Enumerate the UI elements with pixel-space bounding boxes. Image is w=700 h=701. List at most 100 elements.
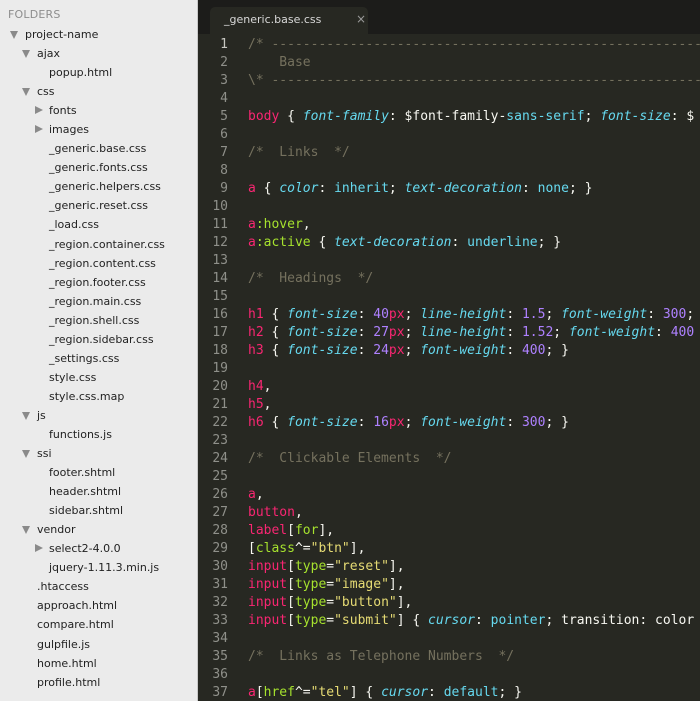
code-line[interactable]: /* Clickable Elements */ xyxy=(248,450,700,468)
disclosure-closed-icon[interactable] xyxy=(35,544,43,553)
tree-file[interactable]: header.shtml xyxy=(0,482,197,501)
code-line[interactable]: label[for], xyxy=(248,522,700,540)
tree-file[interactable]: footer.shtml xyxy=(0,463,197,482)
code-line[interactable]: button, xyxy=(248,504,700,522)
code-line[interactable]: input[type="image"], xyxy=(248,576,700,594)
disclosure-closed-icon[interactable] xyxy=(35,125,43,134)
disclosure-open-icon[interactable] xyxy=(22,88,30,97)
code-token: font-size xyxy=(287,343,358,358)
tree-file[interactable]: _generic.reset.css xyxy=(0,196,197,215)
tree-file[interactable]: _region.sidebar.css xyxy=(0,330,197,349)
tree-file[interactable]: style.css.map xyxy=(0,387,197,406)
tree-folder[interactable]: images xyxy=(0,120,197,139)
tree-file[interactable]: _settings.css xyxy=(0,349,197,368)
disclosure-open-icon[interactable] xyxy=(22,450,30,459)
code-token: button xyxy=(248,505,295,520)
tree-folder[interactable]: project-name xyxy=(0,25,197,44)
tree-folder[interactable]: select2-4.0.0 xyxy=(0,539,197,558)
code-line[interactable] xyxy=(248,198,700,216)
tree-file[interactable]: functions.js xyxy=(0,425,197,444)
code-line[interactable]: input[type="reset"], xyxy=(248,558,700,576)
disclosure-open-icon[interactable] xyxy=(22,411,30,420)
tree-folder[interactable]: ssi xyxy=(0,444,197,463)
tab-generic-base-css[interactable]: _generic.base.css × xyxy=(210,7,368,35)
code-line[interactable]: body { font-family: $font-family-sans-se… xyxy=(248,108,700,126)
disclosure-closed-icon[interactable] xyxy=(35,106,43,115)
line-number: 16 xyxy=(212,307,228,322)
tree-file[interactable]: _region.footer.css xyxy=(0,273,197,292)
code-token: px xyxy=(388,325,405,340)
code-line[interactable]: /* -------------------------------------… xyxy=(248,36,700,54)
tree-file[interactable]: profile.html xyxy=(0,673,197,692)
code-line[interactable]: h4, xyxy=(248,378,700,396)
code-token: input xyxy=(248,595,288,610)
tree-file[interactable]: popup.html xyxy=(0,63,197,82)
code-editor[interactable]: _generic.base.css × 1 2 3 4 5 6 7 8 9 10 11 12 13 14 1… xyxy=(198,0,700,701)
code-line[interactable]: input[type="button"], xyxy=(248,594,700,612)
code-line[interactable] xyxy=(248,666,700,684)
code-line[interactable]: h1 { font-size: 40px; line-height: 1.5; … xyxy=(248,306,700,324)
code-line[interactable]: a[href^="tel"] { cursor: default; } xyxy=(248,684,700,701)
tree-file[interactable]: _generic.base.css xyxy=(0,139,197,158)
tree-file[interactable]: _region.container.css xyxy=(0,235,197,254)
code-line[interactable]: input[type="submit"] { cursor: pointer; … xyxy=(248,612,700,630)
code-content[interactable]: /* -------------------------------------… xyxy=(248,36,700,701)
code-line[interactable] xyxy=(248,360,700,378)
code-line[interactable]: \* -------------------------------------… xyxy=(248,72,700,90)
tree-folder[interactable]: fonts xyxy=(0,101,197,120)
code-line[interactable] xyxy=(248,90,700,108)
code-line[interactable]: Base xyxy=(248,54,700,72)
code-line[interactable] xyxy=(248,468,700,486)
code-line[interactable]: a, xyxy=(248,486,700,504)
code-line[interactable]: a:active { text-decoration: underline; } xyxy=(248,234,700,252)
code-line[interactable]: h5, xyxy=(248,396,700,414)
tree-file[interactable]: style.css xyxy=(0,368,197,387)
disclosure-open-icon[interactable] xyxy=(10,31,18,39)
code-line[interactable]: h2 { font-size: 27px; line-height: 1.52;… xyxy=(248,324,700,342)
tree-file[interactable]: _generic.helpers.css xyxy=(0,177,197,196)
code-line[interactable]: h6 { font-size: 16px; font-weight: 300; … xyxy=(248,414,700,432)
tree-file[interactable]: gulpfile.js xyxy=(0,635,197,654)
tree-file[interactable]: jquery-1.11.3.min.js xyxy=(0,558,197,577)
tree-item-label: _region.shell.css xyxy=(49,313,140,327)
disclosure-open-icon[interactable] xyxy=(22,526,30,535)
code-token: sans-serif xyxy=(506,109,585,124)
tree-file[interactable]: compare.html xyxy=(0,615,197,634)
tree-file[interactable]: sidebar.shtml xyxy=(0,501,197,520)
code-line[interactable] xyxy=(248,162,700,180)
code-line[interactable]: a { color: inherit; text-decoration: non… xyxy=(248,180,700,198)
code-line[interactable] xyxy=(248,432,700,450)
tree-item-label: home.html xyxy=(37,656,97,670)
code-line[interactable] xyxy=(248,630,700,648)
code-line[interactable]: [class^="btn"], xyxy=(248,540,700,558)
code-token: : xyxy=(506,415,522,430)
tree-file[interactable]: .htaccess xyxy=(0,577,197,596)
tree-file[interactable]: approach.html xyxy=(0,596,197,615)
tree-folder[interactable]: vendor xyxy=(0,520,197,539)
tree-file[interactable]: _region.content.css xyxy=(0,254,197,273)
tree-folder[interactable]: ajax xyxy=(0,44,197,63)
code-line[interactable]: a:hover, xyxy=(248,216,700,234)
tree-file[interactable]: _region.main.css xyxy=(0,292,197,311)
code-line[interactable]: /* Links as Telephone Numbers */ xyxy=(248,648,700,666)
code-line[interactable]: /* Links */ xyxy=(248,144,700,162)
code-line[interactable]: /* Headings */ xyxy=(248,270,700,288)
tree-folder[interactable]: js xyxy=(0,406,197,425)
tree-file[interactable]: _region.shell.css xyxy=(0,311,197,330)
code-line[interactable]: h3 { font-size: 24px; font-weight: 400; … xyxy=(248,342,700,360)
tree-folder[interactable]: css xyxy=(0,82,197,101)
code-token: inherit xyxy=(334,181,389,196)
tree-file[interactable]: _load.css xyxy=(0,215,197,234)
code-token: h6 xyxy=(248,415,264,430)
code-line[interactable] xyxy=(248,126,700,144)
tree-item-label: js xyxy=(37,408,46,422)
disclosure-open-icon[interactable] xyxy=(22,50,30,59)
close-icon[interactable]: × xyxy=(356,12,366,26)
tree-file[interactable]: home.html xyxy=(0,654,197,673)
line-number: 2 xyxy=(220,55,228,70)
code-token: "image" xyxy=(334,577,389,592)
code-token: cursor xyxy=(381,685,429,700)
code-line[interactable] xyxy=(248,252,700,270)
code-line[interactable] xyxy=(248,288,700,306)
tree-file[interactable]: _generic.fonts.css xyxy=(0,158,197,177)
